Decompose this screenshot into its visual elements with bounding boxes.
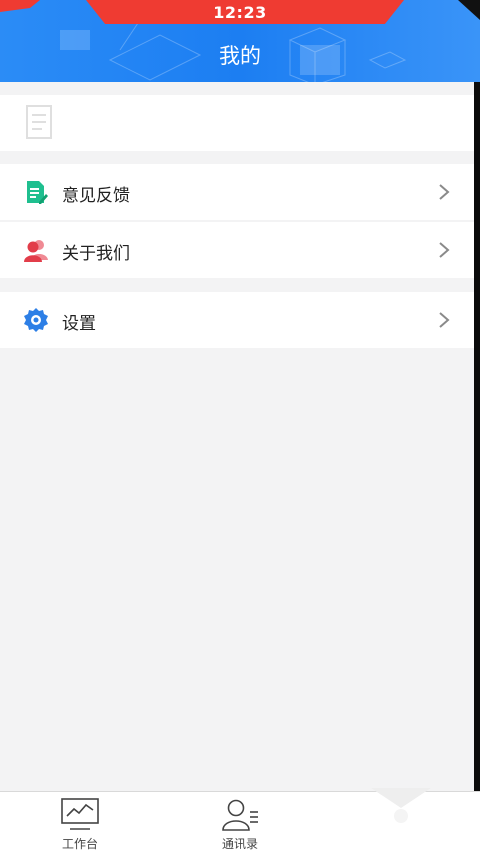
chevron-right-icon (439, 184, 450, 200)
nav-tab-contacts[interactable]: 通讯录 (200, 798, 280, 854)
feedback-icon (27, 181, 48, 204)
menu-label-about: 关于我们 (62, 244, 130, 264)
document-icon (26, 105, 52, 139)
bottom-nav: 工作台 通讯录 (0, 788, 480, 854)
status-time: 12:23 (213, 3, 267, 22)
menu-label-settings: 设置 (62, 314, 96, 334)
people-icon (24, 240, 48, 262)
my-page-screen: 12:23 我的 意见反馈 关于我们 设置 工作台 通讯录 (0, 0, 480, 854)
contact-person-icon (222, 799, 258, 831)
menu-item-feedback[interactable]: 意见反馈 (0, 164, 474, 220)
nav-label-workbench: 工作台 (61, 837, 98, 851)
screen-edge (474, 82, 480, 792)
menu-label-feedback: 意见反馈 (62, 186, 130, 206)
chevron-right-icon (439, 242, 450, 258)
monitor-chart-icon (61, 798, 99, 830)
nav-label-contacts: 通讯录 (221, 837, 258, 851)
menu-item-settings[interactable]: 设置 (0, 292, 474, 348)
profile-card[interactable] (0, 95, 474, 151)
nav-tab-workbench[interactable]: 工作台 (40, 798, 120, 854)
nav-tab-mine-faded[interactable] (366, 788, 436, 848)
gear-icon (24, 308, 48, 332)
page-title: 我的 (219, 44, 261, 68)
chevron-right-icon (439, 312, 450, 328)
header: 12:23 我的 (0, 0, 480, 82)
menu-item-about[interactable]: 关于我们 (0, 222, 474, 278)
